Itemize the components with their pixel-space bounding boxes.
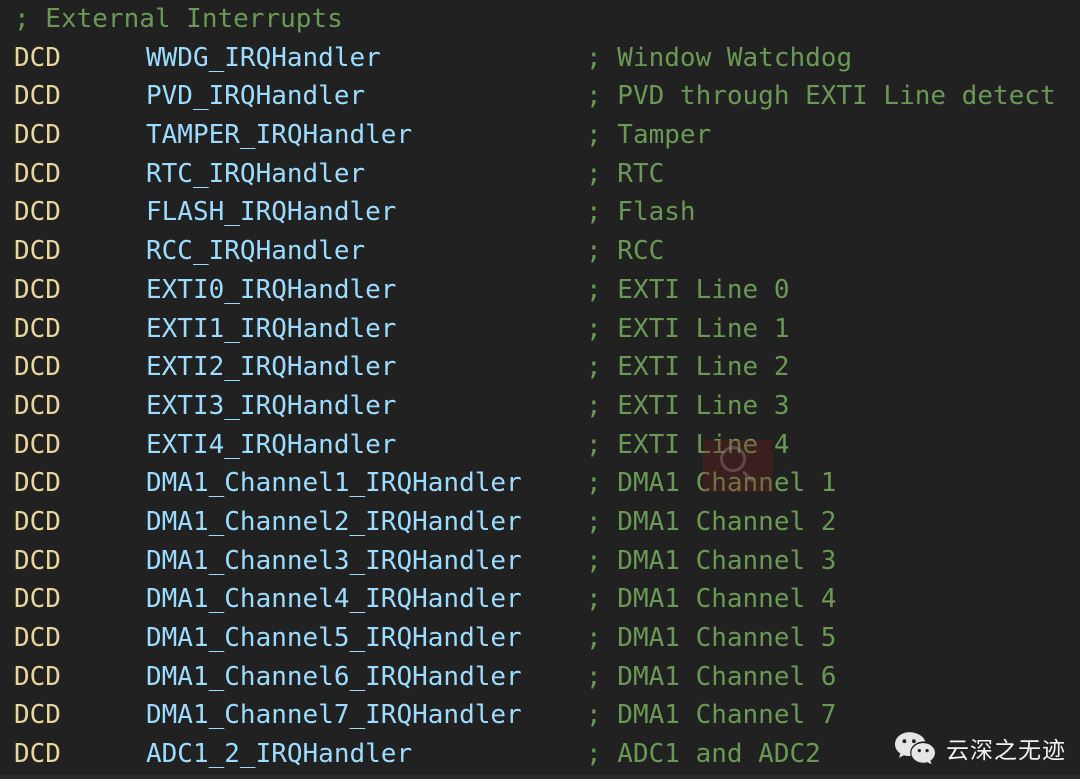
code-line[interactable]: DCD EXTI3_IRQHandler ; EXTI Line 3: [0, 387, 1080, 426]
code-symbol: DMA1_Channel3_IRQHandler: [146, 545, 522, 576]
code-symbol: EXTI3_IRQHandler: [146, 390, 397, 421]
code-comment: ; DMA1 Channel 3: [586, 545, 837, 576]
code-symbol: RCC_IRQHandler: [146, 236, 366, 267]
code-line[interactable]: DCD PVD_IRQHandler ; PVD through EXTI Line…: [0, 77, 1080, 116]
code-comment: ; DMA1 Channel 5: [586, 623, 837, 653]
code-directive-keyword: DCD: [14, 429, 61, 460]
code-comment: ; Window Watchdog: [586, 42, 853, 73]
code-comment: ; DMA1 Channel 7: [586, 700, 837, 731]
code-symbol: DMA1_Channel2_IRQHandler: [146, 506, 522, 537]
code-comment: ; RTC: [586, 158, 665, 189]
code-line[interactable]: DCD DMA1_Channel1_IRQHandler ; DMA1 Channe…: [0, 464, 1080, 503]
code-directive-keyword: DCD: [14, 274, 61, 305]
code-directive-keyword: DCD: [14, 390, 61, 421]
code-line[interactable]: DCD DMA1_Channel2_IRQHandler ; DMA1 Channe…: [0, 503, 1080, 542]
code-comment: ; DMA1 Channel 2: [586, 506, 837, 537]
code-line[interactable]: DCD RTC_IRQHandler ; RTC: [0, 155, 1080, 194]
code-comment: ; DMA1 Channel 1: [586, 468, 837, 499]
code-comment: ; EXTI Line 4: [586, 429, 790, 460]
code-line[interactable]: DCD FLASH_IRQHandler ; Flash: [0, 193, 1080, 232]
code-symbol: WWDG_IRQHandler: [146, 42, 381, 73]
code-symbol: DMA1_Channel4_IRQHandler: [146, 584, 522, 615]
code-line[interactable]: DCD TAMPER_IRQHandler ; Tamper: [0, 116, 1080, 155]
code-directive-keyword: DCD: [14, 584, 61, 615]
code-directive-keyword: DCD: [14, 506, 61, 537]
code-symbol: DMA1_Channel1_IRQHandler: [146, 468, 522, 499]
code-directive-keyword: DCD: [14, 623, 61, 653]
code-line[interactable]: DCD EXTI4_IRQHandler ; EXTI Line 4: [0, 426, 1080, 465]
code-comment: ; DMA1 Channel 6: [586, 661, 837, 692]
code-directive-keyword: DCD: [14, 700, 61, 731]
code-editor[interactable]: ; External Interrupts DCD WWDG_IRQHandler;…: [0, 0, 1080, 779]
code-line[interactable]: DCD DMA1_Channel3_IRQHandler ; DMA1 Channe…: [0, 542, 1080, 581]
code-directive-keyword: DCD: [14, 81, 61, 112]
code-comment: ; Tamper: [586, 120, 712, 151]
code-symbol: EXTI0_IRQHandler: [146, 274, 397, 305]
code-line[interactable]: DCD DMA1_Channel4_IRQHandler ; DMA1 Channe…: [0, 580, 1080, 619]
code-comment: ; EXTI Line 0: [586, 274, 790, 305]
code-symbol: ADC1_2_IRQHandler: [146, 739, 413, 770]
code-directive-keyword: DCD: [14, 739, 61, 770]
code-symbol: EXTI2_IRQHandler: [146, 352, 397, 383]
code-directive-keyword: DCD: [14, 158, 61, 189]
code-symbol: EXTI1_IRQHandler: [146, 313, 397, 344]
code-comment: ; Flash: [586, 197, 696, 228]
code-line[interactable]: ; External Interrupts: [0, 0, 1080, 39]
code-comment: ; RCC: [586, 236, 665, 267]
code-symbol: FLASH_IRQHandler: [146, 197, 397, 228]
code-content-area[interactable]: ; External Interrupts DCD WWDG_IRQHandler;…: [0, 0, 1080, 775]
code-comment: ; External Interrupts: [14, 4, 343, 34]
code-line[interactable]: DCD RCC_IRQHandler ; RCC: [0, 232, 1080, 271]
code-symbol: DMA1_Channel7_IRQHandler: [146, 700, 522, 731]
code-symbol: DMA1_Channel6_IRQHandler: [146, 661, 522, 692]
code-directive-keyword: DCD: [14, 42, 61, 73]
code-directive-keyword: DCD: [14, 545, 61, 576]
code-comment: ; EXTI Line 3: [586, 390, 790, 421]
code-comment: ; EXTI Line 1: [586, 313, 790, 344]
code-comment: ; EXTI Line 2: [586, 352, 790, 383]
code-symbol: PVD_IRQHandler: [146, 81, 366, 112]
code-directive-keyword: DCD: [14, 352, 61, 383]
code-comment: ; PVD through EXTI Line detect: [586, 81, 1056, 112]
code-line[interactable]: DCD EXTI1_IRQHandler ; EXTI Line 1: [0, 310, 1080, 349]
code-comment: ; DMA1 Channel 4: [586, 584, 837, 615]
code-line[interactable]: DCD WWDG_IRQHandler ; Window Watchdog: [0, 39, 1080, 78]
code-directive-keyword: DCD: [14, 468, 61, 499]
code-symbol: DMA1_Channel5_IRQHandler: [146, 623, 522, 653]
code-line[interactable]: DCD EXTI2_IRQHandler ; EXTI Line 2: [0, 348, 1080, 387]
code-directive-keyword: DCD: [14, 197, 61, 228]
code-directive-keyword: DCD: [14, 313, 61, 344]
code-line[interactable]: DCD DMA1_Channel5_IRQHandler ; DMA1 Channe…: [0, 619, 1080, 658]
code-directive-keyword: DCD: [14, 236, 61, 267]
code-comment: ; ADC1 and ADC2: [586, 739, 821, 770]
code-symbol: EXTI4_IRQHandler: [146, 429, 397, 460]
bottom-edge-strip: [0, 775, 1080, 779]
code-symbol: TAMPER_IRQHandler: [146, 120, 413, 151]
code-line[interactable]: DCD ADC1_2_IRQHandler ; ADC1 and ADC2: [0, 735, 1080, 774]
code-symbol: RTC_IRQHandler: [146, 158, 366, 189]
code-line[interactable]: DCD EXTI0_IRQHandler ; EXTI Line 0: [0, 271, 1080, 310]
code-line[interactable]: DCD DMA1_Channel6_IRQHandler ; DMA1 Channe…: [0, 658, 1080, 697]
code-line[interactable]: DCD DMA1_Channel7_IRQHandler ; DMA1 Channe…: [0, 696, 1080, 735]
code-directive-keyword: DCD: [14, 120, 61, 151]
code-directive-keyword: DCD: [14, 661, 61, 692]
